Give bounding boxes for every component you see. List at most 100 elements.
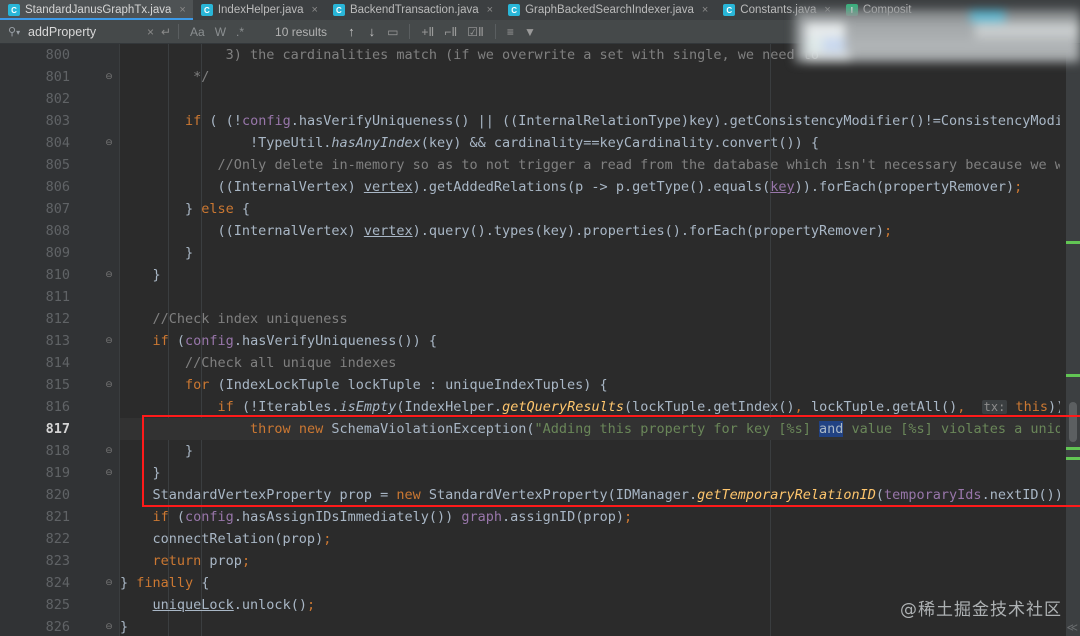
line-number: 819 <box>45 465 70 481</box>
line-number: 823 <box>45 553 70 569</box>
code-line[interactable]: if (!Iterables.isEmpty(IndexHelper.getQu… <box>120 396 1060 418</box>
code-line[interactable]: ((InternalVertex) vertex).query().types(… <box>120 220 1060 242</box>
select-all-button[interactable]: ▭ <box>382 25 403 39</box>
code-line[interactable]: } <box>120 440 1060 462</box>
line-number: 810 <box>45 267 70 283</box>
divider <box>494 24 496 39</box>
code-line[interactable]: return prop; <box>120 550 1060 572</box>
line-number: 804 <box>45 135 70 151</box>
gutter-row: 821 <box>0 506 120 528</box>
gutter-row: 812 <box>0 308 120 330</box>
gutter-row: 810 ⊖ <box>0 264 120 286</box>
gutter-row: 802 <box>0 88 120 110</box>
code-line[interactable]: } finally { <box>120 572 1060 594</box>
gutter-row: 808 <box>0 220 120 242</box>
code-line[interactable]: //Check all unique indexes <box>120 352 1060 374</box>
editor-tab[interactable]: C StandardJanusGraphTx.java × <box>0 0 193 20</box>
gutter-row: 804 ⊖ <box>0 132 120 154</box>
line-numbers: 800 801 ⊖ 802 803 804 ⊖ 805 806 807 808 809 810 ⊖ 811 8… <box>0 44 120 636</box>
line-number: 824 <box>45 575 70 591</box>
code-line[interactable]: connectRelation(prop); <box>120 528 1060 550</box>
close-icon[interactable]: × <box>179 4 185 16</box>
line-number: 817 <box>45 421 70 437</box>
java-class-icon: C <box>200 4 213 16</box>
gutter-row: 816 <box>0 396 120 418</box>
gutter-row: 806 <box>0 176 120 198</box>
filter-lines-icon[interactable]: ≡ <box>502 25 519 39</box>
select-all-occurrences-icon[interactable]: ☑Ⅱ <box>462 25 489 39</box>
scrollbar-search-marker[interactable] <box>1066 447 1080 450</box>
scrollbar-thumb[interactable] <box>1069 402 1077 442</box>
code-line[interactable]: if (config.hasVerifyUniqueness()) { <box>120 330 1060 352</box>
whole-words-toggle[interactable]: W <box>210 22 231 42</box>
gutter-row: 824 ⊖ <box>0 572 120 594</box>
add-selection-icon[interactable]: +Ⅱ <box>416 25 439 39</box>
scrollbar-search-marker[interactable] <box>1066 457 1080 460</box>
fold-toggle-icon[interactable]: ⊖ <box>99 462 119 484</box>
code-line[interactable]: } else { <box>120 198 1060 220</box>
code-line[interactable]: !TypeUtil.hasAnyIndex(key) && cardinalit… <box>120 132 1060 154</box>
scrollbar-search-marker[interactable] <box>1066 374 1080 377</box>
code-editor[interactable]: 3) the cardinalities match (if we overwr… <box>0 44 1080 636</box>
code-lines[interactable]: 3) the cardinalities match (if we overwr… <box>120 44 1060 636</box>
fold-toggle-icon[interactable]: ⊖ <box>99 132 119 154</box>
code-line[interactable]: throw new SchemaViolationException("Addi… <box>120 418 1060 440</box>
scrollbar-search-marker[interactable] <box>1066 241 1080 244</box>
code-line[interactable]: } <box>120 264 1060 286</box>
code-line[interactable]: for (IndexLockTuple lockTuple : uniqueIn… <box>120 374 1060 396</box>
clear-search-icon[interactable]: × <box>147 25 154 39</box>
fold-toggle-icon[interactable]: ⊖ <box>99 440 119 462</box>
line-number: 814 <box>45 355 70 371</box>
gutter-row: 800 <box>0 44 120 66</box>
gutter-row: 825 <box>0 594 120 616</box>
search-input[interactable]: ⚲▾ addProperty × ↵ <box>0 20 172 44</box>
search-query-value: addProperty <box>28 24 97 39</box>
code-line[interactable]: } <box>120 242 1060 264</box>
line-number: 822 <box>45 531 70 547</box>
find-next-button[interactable]: ↓ <box>362 24 383 39</box>
blurred-popup-overlay <box>795 10 1080 62</box>
gutter-row: 805 <box>0 154 120 176</box>
fold-toggle-icon[interactable]: ⊖ <box>99 66 119 88</box>
search-history-icon[interactable]: ↵ <box>161 25 171 39</box>
close-icon[interactable]: × <box>702 4 708 16</box>
code-line[interactable] <box>120 88 1060 110</box>
gutter-row: 815 ⊖ <box>0 374 120 396</box>
close-icon[interactable]: × <box>312 4 318 16</box>
match-case-toggle[interactable]: Aa <box>185 22 210 42</box>
search-icon: ⚲▾ <box>8 26 21 38</box>
code-line[interactable]: //Check index uniqueness <box>120 308 1060 330</box>
line-number: 803 <box>45 113 70 129</box>
java-class-icon: C <box>723 4 736 16</box>
editor-scrollbar[interactable] <box>1066 44 1080 636</box>
editor-tab[interactable]: C BackendTransaction.java × <box>324 0 501 20</box>
editor-tab[interactable]: C IndexHelper.java × <box>192 0 325 20</box>
divider <box>178 24 179 39</box>
code-line[interactable]: */ <box>120 66 1060 88</box>
line-number: 802 <box>45 91 70 107</box>
filter-icon[interactable]: ▼ <box>519 25 541 39</box>
fold-toggle-icon[interactable]: ⊖ <box>99 616 119 636</box>
close-icon[interactable]: × <box>487 4 493 16</box>
editor-tab[interactable]: C GraphBackedSearchIndexer.java × <box>500 0 716 20</box>
code-line[interactable]: ((InternalVertex) vertex).getAddedRelati… <box>120 176 1060 198</box>
regex-toggle[interactable]: .* <box>231 22 249 42</box>
code-line[interactable]: StandardVertexProperty prop = new Standa… <box>120 484 1061 506</box>
code-line[interactable]: } <box>120 462 1060 484</box>
java-class-icon: C <box>508 4 521 16</box>
fold-toggle-icon[interactable]: ⊖ <box>99 572 119 594</box>
remove-selection-icon[interactable]: ⌐Ⅱ <box>439 25 462 39</box>
code-line[interactable]: //Only delete in-memory so as to not tri… <box>120 154 1060 176</box>
line-number: 820 <box>45 487 70 503</box>
line-number: 808 <box>45 223 70 239</box>
fold-toggle-icon[interactable]: ⊖ <box>99 330 119 352</box>
code-line[interactable] <box>120 286 1060 308</box>
code-line[interactable]: if ( (!config.hasVerifyUniqueness() || (… <box>120 110 1060 132</box>
java-class-icon: C <box>8 4 20 16</box>
find-previous-button[interactable]: ↑ <box>341 24 362 39</box>
code-line[interactable]: if (config.hasAssignIDsImmediately()) gr… <box>120 506 1060 528</box>
fold-toggle-icon[interactable]: ⊖ <box>99 264 119 286</box>
gutter-row: 819 ⊖ <box>0 462 120 484</box>
fold-toggle-icon[interactable]: ⊖ <box>99 374 119 396</box>
line-number: 821 <box>45 509 70 525</box>
